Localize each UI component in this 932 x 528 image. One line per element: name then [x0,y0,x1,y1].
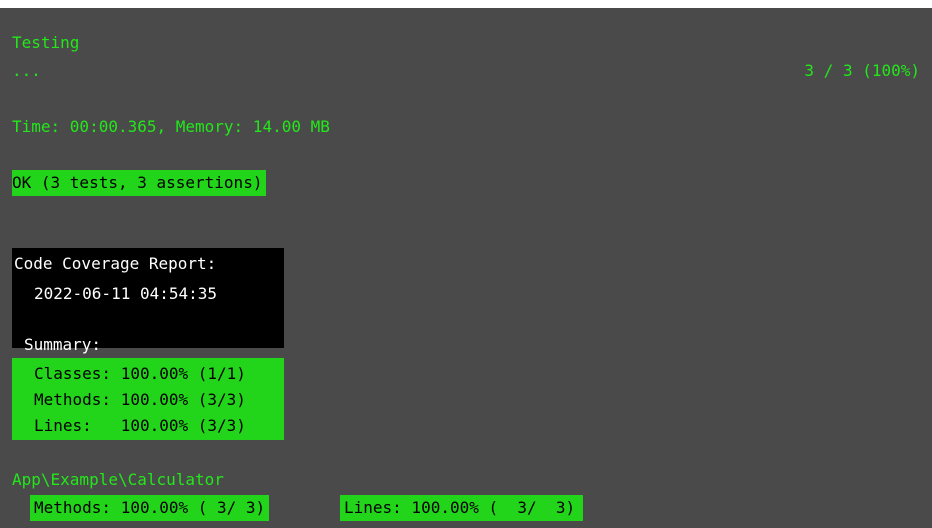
coverage-classes: Classes: 100.00% (1/1) [34,364,246,383]
progress-count: 3 / 3 (100%) [804,61,920,80]
terminal-window: Testing ... 3 / 3 (100%) Time: 00:00.365… [0,8,932,528]
coverage-lines: Lines: 100.00% (3/3) [34,416,246,435]
progress-dots: ... [12,61,41,80]
test-stats: Time: 00:00.365, Memory: 14.00 MB [12,117,330,136]
test-result-banner: OK (3 tests, 3 assertions) [12,170,267,196]
testing-heading: Testing [12,33,80,52]
coverage-methods: Methods: 100.00% (3/3) [34,390,246,409]
class-name: App\Example\Calculator [12,470,224,489]
coverage-report-timestamp: 2022-06-11 04:54:35 [34,284,218,303]
coverage-summary-label: Summary: [24,335,102,354]
class-lines-coverage: Lines: 100.00% ( 3/ 3) [340,495,584,521]
coverage-report-title: Code Coverage Report: [14,254,217,273]
class-methods-coverage: Methods: 100.00% ( 3/ 3) [30,495,270,521]
